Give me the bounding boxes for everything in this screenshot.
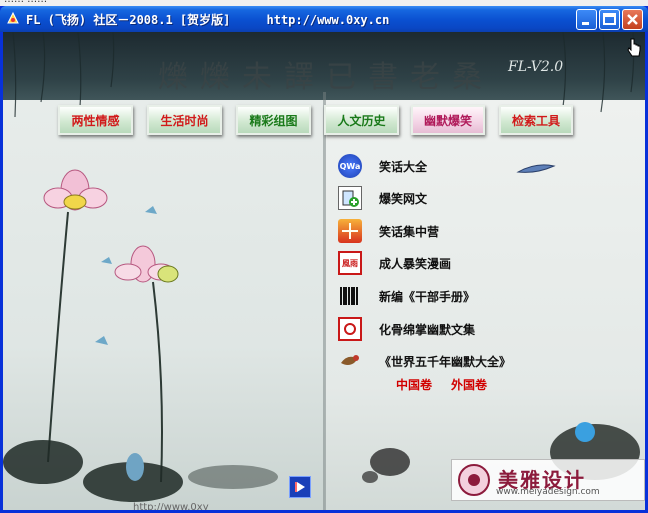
menu-label: 新编《干部手册》 — [379, 289, 476, 304]
nav-label: 两性情感 — [71, 113, 120, 128]
nav-label: 人文历史 — [337, 113, 386, 128]
menu-label: 笑话大全 — [379, 159, 428, 174]
menu-item-funny-articles[interactable]: 爆笑网文 — [338, 185, 427, 211]
icon-text: QWa — [339, 161, 361, 171]
minimize-button[interactable] — [576, 9, 597, 30]
feather-decoration — [516, 164, 556, 173]
title-bar[interactable]: FL (飞扬) 社区－2008.1 [贺岁版] http://www.0xy.c… — [0, 6, 648, 32]
scroll-stamp-icon — [338, 317, 362, 341]
icon-text: 風雨 — [342, 258, 358, 268]
bottom-url-text: http://www.0xy — [133, 502, 209, 510]
nav-label: 生活时尚 — [160, 113, 209, 128]
menu-label: 化骨绵掌幽默文集 — [379, 322, 476, 337]
menu-label: 笑话集中营 — [379, 224, 440, 239]
mouse-pointer-hand-icon — [627, 38, 641, 57]
app-window: FL (飞扬) 社区－2008.1 [贺岁版] http://www.0xy.c… — [0, 6, 648, 513]
strip-text: …… …… — [4, 0, 47, 5]
gift-box-icon — [338, 219, 362, 243]
nav-label: 幽默爆笑 — [423, 113, 472, 128]
menu-item-cadre-handbook[interactable]: 新编《干部手册》 — [338, 283, 475, 309]
play-arrow-icon — [295, 482, 305, 492]
bird-icon — [338, 349, 362, 373]
watermark-badge: 美雅设计 www.meiyadesign.com — [451, 459, 645, 501]
book-spine — [323, 92, 326, 510]
app-logo-icon — [7, 11, 19, 24]
menu-item-jokes[interactable]: QWa 笑话大全 — [338, 153, 427, 179]
barcode-icon — [338, 284, 362, 308]
nav-button-search-tools[interactable]: 检索工具 — [499, 105, 573, 135]
link-china-volume[interactable]: 中国卷 — [396, 376, 432, 393]
maximize-icon — [603, 13, 616, 25]
lotus-painting — [3, 169, 278, 502]
menu-label: 爆笑网文 — [379, 191, 428, 206]
window-title: FL (飞扬) 社区－2008.1 [贺岁版] http://www.0xy.c… — [26, 13, 390, 27]
menu-item-humor-collection[interactable]: 化骨绵掌幽默文集 — [338, 316, 475, 342]
watermark-url: www.meiyadesign.com — [496, 487, 600, 497]
nav-button-lifestyle[interactable]: 生活时尚 — [147, 105, 222, 135]
nav-button-humor[interactable]: 幽默爆笑 — [411, 105, 485, 135]
calligraphy-header: 爍爍未譯已書老桑 — [158, 60, 494, 95]
close-button[interactable] — [622, 9, 643, 30]
menu-item-joke-camp[interactable]: 笑话集中营 — [338, 218, 439, 244]
nav-button-history[interactable]: 人文历史 — [324, 105, 399, 135]
minimize-icon — [582, 22, 589, 25]
nav-button-relationships[interactable]: 两性情感 — [58, 105, 133, 135]
close-icon — [627, 14, 638, 25]
link-foreign-volume[interactable]: 外国卷 — [451, 376, 487, 393]
watermark-logo-icon — [458, 464, 490, 496]
next-page-button[interactable] — [289, 476, 311, 498]
book-add-icon — [338, 186, 362, 210]
app-content: 爍爍未譯已書老桑 FL-V2.0 两性情感 生活时尚 精彩组图 人文历史 幽默爆… — [3, 32, 645, 510]
menu-item-world-humor[interactable]: 《世界五千年幽默大全》 — [338, 348, 511, 374]
menu-label: 《世界五千年幽默大全》 — [379, 354, 512, 369]
menu-label: 成人暴笑漫画 — [379, 256, 452, 271]
nav-label: 精彩组图 — [249, 113, 298, 128]
version-label: FL-V2.0 — [508, 59, 564, 75]
seal-stamp-icon: 風雨 — [338, 251, 362, 275]
maximize-button[interactable] — [599, 9, 620, 30]
nav-label: 检索工具 — [511, 113, 560, 128]
menu-item-adult-comics[interactable]: 風雨 成人暴笑漫画 — [338, 250, 451, 276]
qwa-badge-icon: QWa — [338, 154, 362, 178]
nav-button-galleries[interactable]: 精彩组图 — [236, 105, 311, 135]
